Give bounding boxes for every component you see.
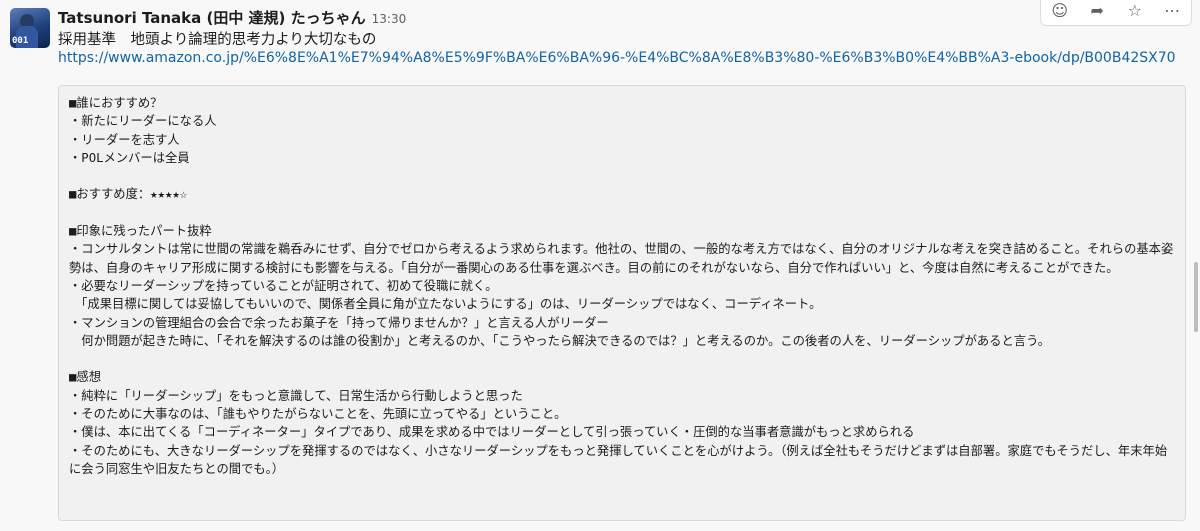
code-line: ・そのためにも、大きなリーダーシップを発揮するのではなく、小さなリーダーシップを… [69, 443, 1168, 476]
message-timestamp[interactable]: 13:30 [372, 12, 407, 26]
code-line: ・必要なリーダーシップを持っていることが証明されて、初めて役職に就く。 [69, 278, 498, 293]
share-icon[interactable]: ➦ [1082, 0, 1112, 23]
code-line: ・純粋に「リーダーシップ」をもっと意識して、日常生活から行動しようと思った [69, 388, 523, 403]
code-line: ・コンサルタントは常に世間の常識を鵜呑みにせず、自分でゼロから考えるよう求められ… [69, 242, 1174, 275]
more-icon[interactable]: ⋯ [1157, 0, 1187, 23]
code-line: ・新たにリーダーになる人 [69, 114, 217, 129]
code-block: ■誰におすすめ？ ・新たにリーダーになる人 ・リーダーを志す人 ・POLメンバー… [58, 85, 1186, 521]
message-header: Tatsunori Tanaka (田中 達規) たっちゃん 13:30 [58, 7, 406, 27]
code-line: ■感想 [69, 370, 101, 385]
code-line: ■誰におすすめ？ [69, 96, 163, 110]
add-reaction-icon[interactable]: ☺ [1045, 0, 1075, 23]
code-line: ・リーダーを志す人 [69, 132, 180, 147]
avatar-number: 001 [12, 36, 29, 46]
code-line: ・POLメンバーは全員 [69, 150, 190, 165]
amazon-link[interactable]: https://www.amazon.co.jp/%E6%8E%A1%E7%94… [58, 50, 1176, 66]
scrollbar[interactable] [1194, 262, 1198, 332]
code-line: ・僕は、本に出てくる「コーディネーター」タイプであり、成果を求める中ではリーダー… [69, 425, 915, 440]
code-line: 何か問題が起きた時に、「それを解決するのは誰の役割か」と考えるのか、「こうやった… [69, 333, 1050, 348]
code-line: ・そのために大事なのは、「誰もやりたがらないことを、先頭に立ってやる」ということ… [69, 407, 567, 422]
star-icon[interactable]: ☆ [1120, 0, 1150, 23]
author-avatar[interactable]: 001 [10, 8, 50, 48]
code-line: ・マンションの管理組合の会合で余ったお菓子を「持って帰りませんか？」と言える人が… [69, 315, 609, 330]
author-name[interactable]: Tatsunori Tanaka (田中 達規) たっちゃん [58, 9, 366, 27]
message-actions-toolbar: ☺ ➦ ☆ ⋯ [1040, 0, 1192, 26]
message-text: 採用基準 地頭より論理的思考力より大切なもの [58, 32, 377, 48]
code-line: 「成果目標に関しては妥協してもいいので、関係者全員に角が立たないようにする」のは… [69, 297, 822, 312]
code-line: ■印象に残ったパート抜粋 [69, 224, 212, 239]
code-line: ■おすすめ度：★★★★☆ [69, 187, 188, 202]
